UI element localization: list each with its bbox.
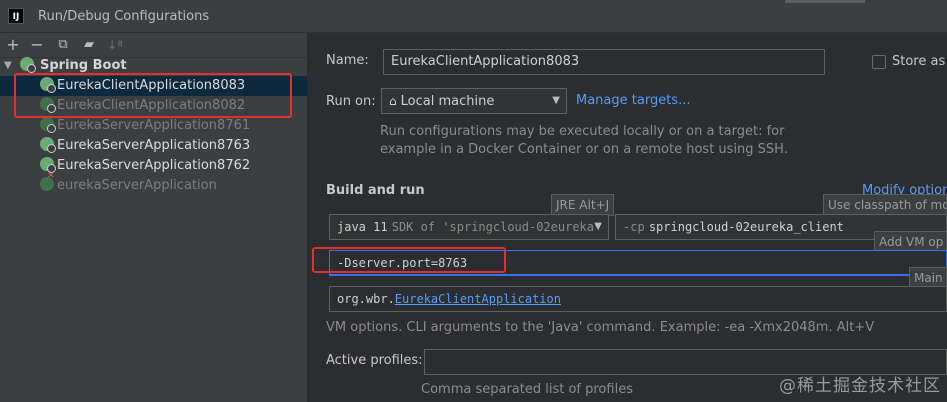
jdk-version: java 11 [337, 220, 388, 234]
new-folder-icon[interactable]: ▰ [80, 36, 98, 54]
chevron-down-icon: ▼ [594, 221, 602, 232]
chevron-down-icon[interactable]: ▼ [4, 60, 12, 71]
jre-shortcut-tooltip: JRE Alt+J [551, 194, 615, 216]
focus-underline [329, 274, 947, 276]
run-on-hint-line-1: Run configurations may be executed local… [380, 124, 785, 139]
copy-icon[interactable]: ⧉ [54, 36, 72, 54]
annotation-highlight-box [312, 247, 506, 273]
spring-boot-app-icon [40, 137, 56, 153]
active-profiles-label: Active profiles: [326, 353, 423, 368]
tree-item[interactable]: eurekaServerApplication [40, 172, 217, 196]
tree-item-label: EurekaServerApplication8761 [57, 118, 251, 133]
run-on-select[interactable]: ⌂ Local machine ▼ [381, 88, 567, 114]
window-controls-strip [785, 0, 865, 3]
vm-options-hint: VM options. CLI arguments to the 'Java' … [326, 320, 875, 335]
main-class-name[interactable]: EurekaClientApplication [395, 292, 561, 306]
watermark: @稀土掘金技术社区 [779, 376, 941, 396]
tree-item-label: EurekaServerApplication8763 [57, 138, 251, 153]
add-configuration-button[interactable]: + [4, 36, 22, 54]
active-profiles-hint: Comma separated list of profiles [421, 382, 633, 397]
main-class-package: org.wbr. [337, 292, 395, 306]
run-on-label: Run on: [326, 94, 376, 109]
tree-group-label: Spring Boot [40, 58, 127, 73]
home-icon: ⌂ [389, 94, 397, 108]
classpath-flag: -cp [623, 220, 645, 234]
spring-boot-app-icon [40, 157, 56, 173]
intellij-logo-icon: IJ [8, 8, 24, 24]
chevron-down-icon: ▼ [552, 95, 560, 106]
tree-item[interactable]: EurekaServerApplication8761 [40, 116, 250, 136]
classpath-tooltip: Use classpath of mo [823, 194, 947, 216]
name-field[interactable]: EurekaClientApplication8083 [383, 49, 825, 75]
remove-configuration-button[interactable]: − [28, 36, 46, 54]
spring-boot-app-icon [40, 117, 56, 133]
window-title: Run/Debug Configurations [38, 9, 210, 24]
run-on-hint-line-2: example in a Docker Container or on a re… [380, 142, 788, 157]
classpath-module: springcloud-02eureka_client [648, 220, 844, 234]
main-class-field[interactable]: org.wbr.EurekaClientApplication [329, 286, 947, 312]
build-and-run-heading: Build and run [326, 183, 425, 198]
store-as-project-file-checkbox[interactable] [872, 55, 886, 69]
sort-icon[interactable]: ↓ª [106, 36, 124, 54]
spring-boot-error-icon [40, 172, 55, 191]
run-on-value: Local machine [400, 94, 495, 109]
tree-item[interactable]: EurekaServerApplication8763 [40, 136, 250, 156]
spring-boot-icon [20, 57, 36, 73]
annotation-highlight-box [14, 73, 292, 118]
store-as-project-file-label: Store as p [892, 54, 947, 69]
name-label: Name: [326, 53, 369, 68]
tree-item-label: eurekaServerApplication [57, 178, 217, 193]
manage-targets-link[interactable]: Manage targets... [576, 93, 690, 108]
tree-item-label: EurekaServerApplication8762 [57, 158, 251, 173]
title-bar: IJ Run/Debug Configurations [0, 0, 947, 33]
tree-item[interactable]: EurekaServerApplication8762 [40, 156, 250, 176]
jdk-sdk-text: SDK of 'springcloud-02eureka [391, 220, 595, 234]
configuration-editor: Name: EurekaClientApplication8083 Store … [309, 33, 947, 402]
jdk-select[interactable]: java 11 SDK of 'springcloud-02eureka ▼ [329, 214, 609, 240]
